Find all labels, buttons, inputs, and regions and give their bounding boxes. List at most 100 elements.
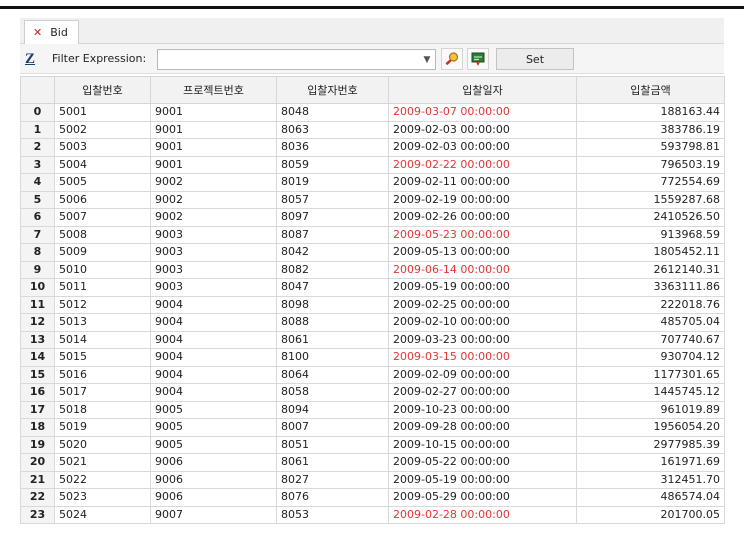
cell-project-number[interactable]: 9006 — [150, 453, 277, 472]
row-number[interactable]: 13 — [20, 330, 55, 349]
cell-bid-amount[interactable]: 1956054.20 — [576, 418, 725, 437]
cell-bid-date[interactable]: 2009-10-15 00:00:00 — [388, 435, 577, 454]
cell-bid-date[interactable]: 2009-05-19 00:00:00 — [388, 278, 577, 297]
cell-bid-amount[interactable]: 188163.44 — [576, 103, 725, 122]
cell-bid-amount[interactable]: 2977985.39 — [576, 435, 725, 454]
cell-bidder-number[interactable]: 8051 — [276, 435, 389, 454]
filter-builder-button[interactable] — [441, 48, 463, 70]
table-row[interactable]: 16 5017 9004 8058 2009-02-27 00:00:00 1445745… — [20, 383, 725, 402]
column-header-bid-amount[interactable]: 입찰금액 — [576, 76, 725, 104]
cell-bidder-number[interactable]: 8053 — [276, 505, 389, 524]
cell-bidder-number[interactable]: 8087 — [276, 225, 389, 244]
cell-bid-date[interactable]: 2009-05-22 00:00:00 — [388, 453, 577, 472]
row-number[interactable]: 2 — [20, 138, 55, 157]
cell-bid-number[interactable]: 5021 — [54, 453, 151, 472]
table-row[interactable]: 8 5009 9003 8042 2009-05-13 00:00:00 1805452.… — [20, 243, 725, 262]
cell-bid-amount[interactable]: 222018.76 — [576, 295, 725, 314]
cell-bid-date[interactable]: 2009-02-26 00:00:00 — [388, 208, 577, 227]
table-row[interactable]: 13 5014 9004 8061 2009-03-23 00:00:00 707740.… — [20, 330, 725, 349]
cell-bidder-number[interactable]: 8061 — [276, 330, 389, 349]
table-row[interactable]: 20 5021 9006 8061 2009-05-22 00:00:00 161971.… — [20, 453, 725, 472]
cell-bid-amount[interactable]: 383786.19 — [576, 120, 725, 139]
cell-bid-number[interactable]: 5010 — [54, 260, 151, 279]
cell-project-number[interactable]: 9002 — [150, 190, 277, 209]
row-number[interactable]: 12 — [20, 313, 55, 332]
cell-bid-number[interactable]: 5020 — [54, 435, 151, 454]
cell-bid-amount[interactable]: 1559287.68 — [576, 190, 725, 209]
row-number[interactable]: 11 — [20, 295, 55, 314]
table-row[interactable]: 9 5010 9003 8082 2009-06-14 00:00:00 2612140.… — [20, 260, 725, 279]
row-number[interactable]: 20 — [20, 453, 55, 472]
column-header-bid-date[interactable]: 입찰일자 — [388, 76, 577, 104]
cell-project-number[interactable]: 9005 — [150, 418, 277, 437]
cell-bid-date[interactable]: 2009-05-29 00:00:00 — [388, 488, 577, 507]
cell-project-number[interactable]: 9001 — [150, 155, 277, 174]
cell-bid-date[interactable]: 2009-02-10 00:00:00 — [388, 313, 577, 332]
cell-bidder-number[interactable]: 8048 — [276, 103, 389, 122]
row-number[interactable]: 7 — [20, 225, 55, 244]
cell-bid-number[interactable]: 5002 — [54, 120, 151, 139]
cell-project-number[interactable]: 9003 — [150, 278, 277, 297]
cell-bidder-number[interactable]: 8027 — [276, 470, 389, 489]
cell-bid-amount[interactable]: 707740.67 — [576, 330, 725, 349]
row-number[interactable]: 23 — [20, 505, 55, 524]
cell-bid-amount[interactable]: 1445745.12 — [576, 383, 725, 402]
cell-project-number[interactable]: 9005 — [150, 435, 277, 454]
cell-bid-date[interactable]: 2009-02-11 00:00:00 — [388, 173, 577, 192]
cell-bidder-number[interactable]: 8082 — [276, 260, 389, 279]
cell-bid-amount[interactable]: 961019.89 — [576, 400, 725, 419]
cell-project-number[interactable]: 9007 — [150, 505, 277, 524]
cell-bidder-number[interactable]: 8100 — [276, 348, 389, 367]
cell-bid-amount[interactable]: 796503.19 — [576, 155, 725, 174]
cell-bid-date[interactable]: 2009-06-14 00:00:00 — [388, 260, 577, 279]
column-header-bid-number[interactable]: 입찰번호 — [54, 76, 151, 104]
table-row[interactable]: 22 5023 9006 8076 2009-05-29 00:00:00 486574.… — [20, 488, 725, 507]
cell-bid-amount[interactable]: 1805452.11 — [576, 243, 725, 262]
row-number[interactable]: 9 — [20, 260, 55, 279]
cell-bid-date[interactable]: 2009-02-25 00:00:00 — [388, 295, 577, 314]
table-row[interactable]: 11 5012 9004 8098 2009-02-25 00:00:00 222018.… — [20, 295, 725, 314]
table-row[interactable]: 15 5016 9004 8064 2009-02-09 00:00:00 1177301… — [20, 365, 725, 384]
cell-bid-amount[interactable]: 930704.12 — [576, 348, 725, 367]
cell-bidder-number[interactable]: 8059 — [276, 155, 389, 174]
cell-bid-date[interactable]: 2009-02-28 00:00:00 — [388, 505, 577, 524]
cell-bid-number[interactable]: 5013 — [54, 313, 151, 332]
table-row[interactable]: 12 5013 9004 8088 2009-02-10 00:00:00 485705.… — [20, 313, 725, 332]
cell-bid-number[interactable]: 5012 — [54, 295, 151, 314]
tab-bid[interactable]: ✕ Bid — [24, 20, 79, 44]
filter-expression-input[interactable] — [157, 49, 436, 70]
cell-bidder-number[interactable]: 8057 — [276, 190, 389, 209]
cell-bid-date[interactable]: 2009-02-19 00:00:00 — [388, 190, 577, 209]
cell-bid-number[interactable]: 5007 — [54, 208, 151, 227]
cell-project-number[interactable]: 9003 — [150, 260, 277, 279]
cell-bid-date[interactable]: 2009-10-23 00:00:00 — [388, 400, 577, 419]
row-number[interactable]: 19 — [20, 435, 55, 454]
cell-project-number[interactable]: 9004 — [150, 330, 277, 349]
cell-project-number[interactable]: 9004 — [150, 313, 277, 332]
cell-bid-number[interactable]: 5004 — [54, 155, 151, 174]
table-row[interactable]: 7 5008 9003 8087 2009-05-23 00:00:00 913968.5… — [20, 225, 725, 244]
set-button[interactable]: Set — [496, 48, 574, 70]
cell-bidder-number[interactable]: 8063 — [276, 120, 389, 139]
table-row[interactable]: 6 5007 9002 8097 2009-02-26 00:00:00 2410526.… — [20, 208, 725, 227]
column-header-bidder-number[interactable]: 입찰자번호 — [276, 76, 389, 104]
cell-bid-amount[interactable]: 3363111.86 — [576, 278, 725, 297]
cell-project-number[interactable]: 9004 — [150, 348, 277, 367]
cell-project-number[interactable]: 9001 — [150, 138, 277, 157]
row-number[interactable]: 15 — [20, 365, 55, 384]
cell-project-number[interactable]: 9006 — [150, 470, 277, 489]
cell-bidder-number[interactable]: 8094 — [276, 400, 389, 419]
cell-project-number[interactable]: 9002 — [150, 208, 277, 227]
row-number[interactable]: 18 — [20, 418, 55, 437]
row-number[interactable]: 10 — [20, 278, 55, 297]
table-row[interactable]: 14 5015 9004 8100 2009-03-15 00:00:00 930704.… — [20, 348, 725, 367]
cell-project-number[interactable]: 9004 — [150, 383, 277, 402]
cell-project-number[interactable]: 9003 — [150, 243, 277, 262]
cell-bid-date[interactable]: 2009-02-22 00:00:00 — [388, 155, 577, 174]
cell-bid-amount[interactable]: 201700.05 — [576, 505, 725, 524]
row-number[interactable]: 16 — [20, 383, 55, 402]
cell-project-number[interactable]: 9002 — [150, 173, 277, 192]
table-row[interactable]: 2 5003 9001 8036 2009-02-03 00:00:00 593798.8… — [20, 138, 725, 157]
cell-bid-number[interactable]: 5003 — [54, 138, 151, 157]
cell-bid-number[interactable]: 5009 — [54, 243, 151, 262]
